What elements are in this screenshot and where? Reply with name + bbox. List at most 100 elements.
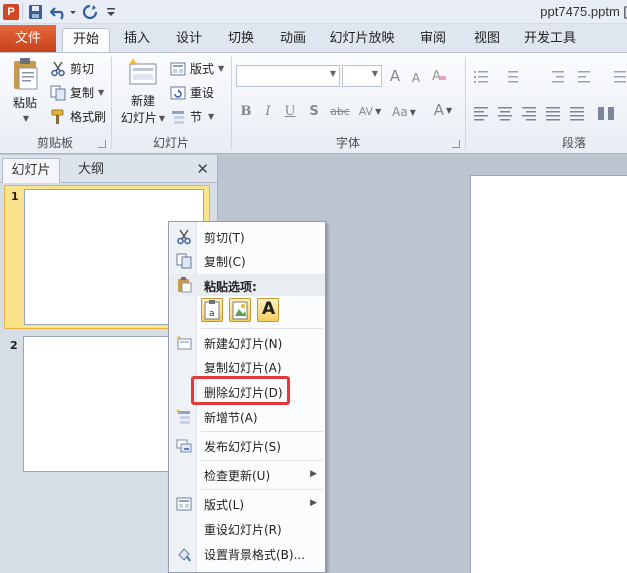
font-size-combobox[interactable]: ▼ [342,65,382,87]
layout-button[interactable]: 版式 ▼ [170,59,228,79]
tab-transitions[interactable]: 切换 [220,28,262,52]
ribbon: 粘贴 ▼ 剪切 复制 ▼ 格式刷 剪贴板 新建 幻灯片 ▼ 版式 ▼ 重设 节 … [0,52,627,154]
paste-options-header: 粘贴选项: [170,274,325,296]
paragraph-group-label: 段落 [562,136,587,150]
undo-icon[interactable] [50,4,68,20]
menu-item-add-section[interactable]: 新增节(A) [170,405,325,429]
shrink-font-button[interactable]: A [408,69,424,87]
menu-separator [201,328,323,329]
font-name-combobox[interactable]: ▼ [236,65,340,87]
copy-dropdown-icon[interactable]: ▼ [98,83,104,103]
paste-keep-source-icon[interactable]: a [201,298,223,322]
copy-button[interactable]: 复制 ▼ [50,83,106,103]
menu-item-label: 新建幻灯片(N) [204,337,283,351]
italic-button[interactable]: I [260,103,276,121]
menu-item-cut[interactable]: 剪切(T) [170,225,325,249]
new-slide-label-2: 幻灯片 ▼ [120,111,166,125]
cut-button[interactable]: 剪切 [50,59,106,79]
menu-item-format-background[interactable]: 设置背景格式(B)... [170,542,325,566]
menu-item-label: 版式(L) [204,498,245,512]
slide-canvas[interactable] [470,175,627,573]
clipboard-launcher-icon[interactable] [98,140,106,148]
grow-font-button[interactable]: A [386,67,404,85]
tab-outline[interactable]: 大纲 [62,158,120,183]
tab-home[interactable]: 开始 [62,28,110,52]
tab-slideshow[interactable]: 幻灯片放映 [326,28,398,52]
menu-item-label: 新增节(A) [204,411,258,425]
clear-formatting-button[interactable]: A [430,67,448,85]
bold-button[interactable]: B [238,103,254,121]
tab-view[interactable]: 视图 [466,28,508,52]
section-dropdown-icon[interactable]: ▼ [208,107,214,127]
new-slide-button[interactable]: 新建 幻灯片 ▼ [116,57,170,129]
font-group-label: 字体 [335,136,360,150]
customize-qat-icon[interactable] [106,4,116,20]
section-label: 节 [190,110,203,124]
new-slide-label-1: 新建 [130,94,155,108]
file-tab[interactable]: 文件 [0,25,56,52]
undo-dropdown-icon[interactable] [69,4,77,20]
paste-keep-source-glyph: a [204,300,220,320]
slides-group-label: 幻灯片 [152,136,189,150]
publish-slides-icon [176,439,192,453]
paste-icon [14,58,38,90]
submenu-arrow-icon: ▶ [310,469,317,479]
menu-item-label: 复制(C) [204,255,246,269]
menu-separator [201,489,323,490]
format-painter-label: 格式刷 [70,110,107,124]
paste-text-only-icon[interactable]: A [257,298,279,322]
menu-item-reset-slide[interactable]: 重设幻灯片(R) [170,517,325,541]
tab-design[interactable]: 设计 [168,28,210,52]
menu-separator [201,431,323,432]
shadow-button[interactable]: S [306,103,322,121]
font-size-dropdown-icon[interactable]: ▼ [372,69,378,78]
font-color-label: A [433,101,445,119]
paste-picture-icon[interactable] [229,298,251,322]
menu-item-publish-slides[interactable]: 发布幻灯片(S) [170,434,325,458]
reset-button[interactable]: 重设 [170,83,228,103]
clipboard-group: 粘贴 ▼ 剪切 复制 ▼ 格式刷 剪贴板 [0,53,110,153]
paste-button[interactable]: 粘贴 ▼ [6,57,44,127]
tab-slides[interactable]: 幻灯片 [2,158,60,183]
close-pane-icon[interactable]: ✕ [196,160,209,178]
layout-icon [176,497,192,511]
submenu-arrow-icon: ▶ [310,498,317,508]
strikethrough-button[interactable]: abc [328,103,352,121]
title-bar: P ppt7475.pptm [ [0,0,627,24]
new-slide-icon [176,335,192,350]
tab-insert[interactable]: 插入 [116,28,158,52]
font-group: ▼ ▼ A A A B I U S abc AV ▼ Aa ▼ A ▼ 字体 [232,53,464,153]
paste-dropdown-icon[interactable]: ▼ [23,114,29,123]
menu-item-check-updates[interactable]: 检查更新(U) ▶ [170,463,325,487]
slide-number: 1 [11,190,19,203]
font-color-button[interactable]: A ▼ [428,101,458,119]
tab-animations[interactable]: 动画 [272,28,314,52]
paste-icon [178,277,192,293]
reset-label: 重设 [190,86,215,100]
underline-button[interactable]: U [282,103,298,121]
change-case-button[interactable]: Aa ▼ [388,103,420,121]
tab-review[interactable]: 审阅 [412,28,454,52]
clipboard-group-label: 剪贴板 [36,136,73,150]
paragraph-list-icons [474,71,626,83]
font-launcher-icon[interactable] [452,140,460,148]
redo-icon[interactable] [82,4,98,20]
tab-developer[interactable]: 开发工具 [518,28,582,52]
copy-label: 复制 [70,86,95,100]
clear-formatting-icon: A [432,69,446,84]
format-painter-button[interactable]: 格式刷 [50,107,108,127]
paragraph-group: 段落 [466,53,627,153]
paste-picture-glyph [232,301,248,320]
save-icon[interactable] [28,4,43,20]
menu-item-layout[interactable]: 版式(L) ▶ [170,492,325,516]
menu-item-copy[interactable]: 复制(C) [170,249,325,273]
section-button[interactable]: 节 ▼ [170,107,228,127]
slides-group: 新建 幻灯片 ▼ 版式 ▼ 重设 节 ▼ 幻灯片 [112,53,230,153]
character-spacing-button[interactable]: AV ▼ [356,103,384,121]
highlight-annotation [191,376,290,405]
paste-label: 粘贴 [12,96,37,110]
layout-dropdown-icon[interactable]: ▼ [218,59,224,79]
menu-item-new-slide[interactable]: 新建幻灯片(N) [170,331,325,355]
font-name-dropdown-icon[interactable]: ▼ [330,69,336,78]
powerpoint-logo-icon[interactable]: P [3,4,19,20]
